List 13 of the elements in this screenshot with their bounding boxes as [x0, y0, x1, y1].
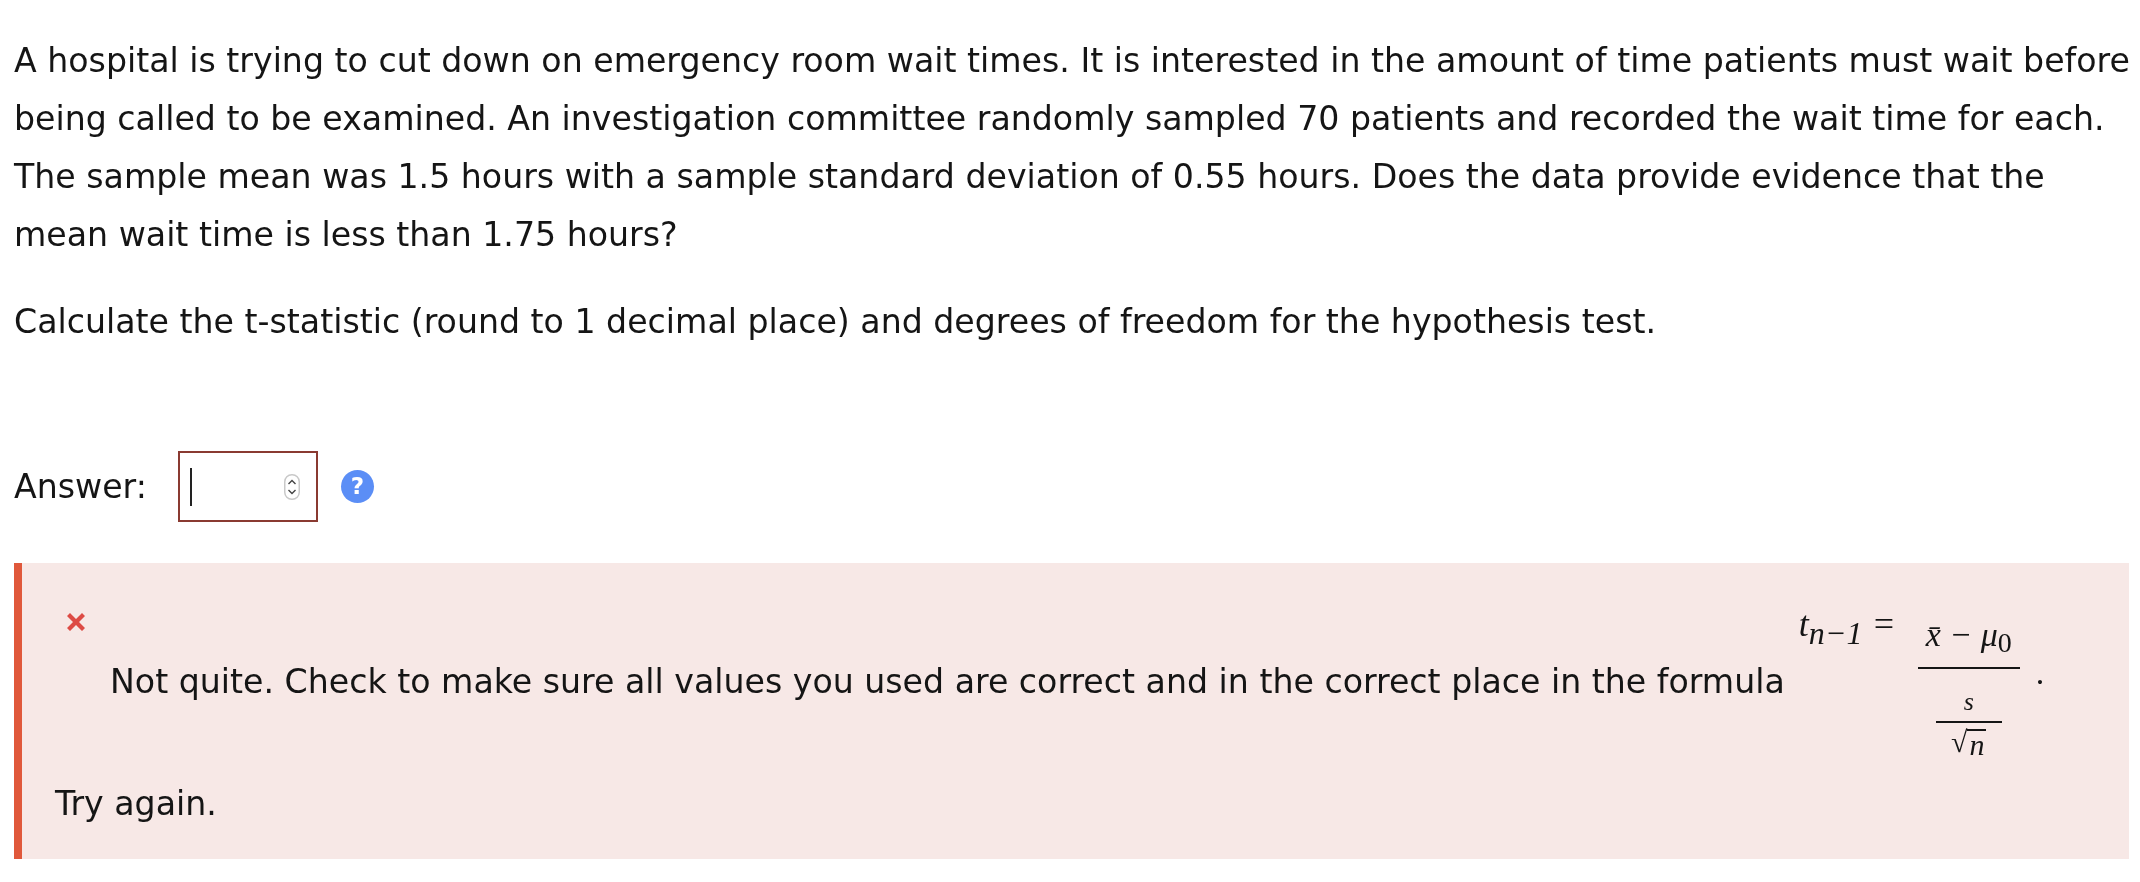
- help-button[interactable]: ?: [340, 470, 374, 503]
- question-text: Calculate the t-statistic (round to 1 decimal place) and degrees of freedom for the hypothesis test.: [14, 301, 1657, 343]
- answer-label: Answer:: [14, 466, 147, 507]
- formula-denominator-s: s: [1963, 687, 1974, 717]
- question-text: A hospital is trying to cut down on emergency room wait times. It is interested in the amount of time patients must wait before being called to be examined. An investigation committee randomly sampled 70 patients and recorded the wait time for each. The sample mean was 1.5 hours with a sample standard deviation of 0.55 hours. Does the data provide evidence that the mean wait time is less than 1.75 hours?: [14, 40, 2131, 256]
- feedback-message: Not quite. Check to make sure all values you used are correct and in the correct place in the formula: [110, 662, 1785, 702]
- square-root: √n: [1950, 725, 1987, 759]
- retry-text: Try again.: [55, 783, 217, 825]
- formula-numerator: x̄ − μ$_{0}$: [1925, 615, 2012, 660]
- answer-field[interactable]: [177, 451, 318, 522]
- spinner-icon[interactable]: [283, 473, 300, 500]
- formula-lhs: t$_{n−1}$ =: [1798, 609, 1896, 648]
- formula-period: .: [2035, 653, 2045, 693]
